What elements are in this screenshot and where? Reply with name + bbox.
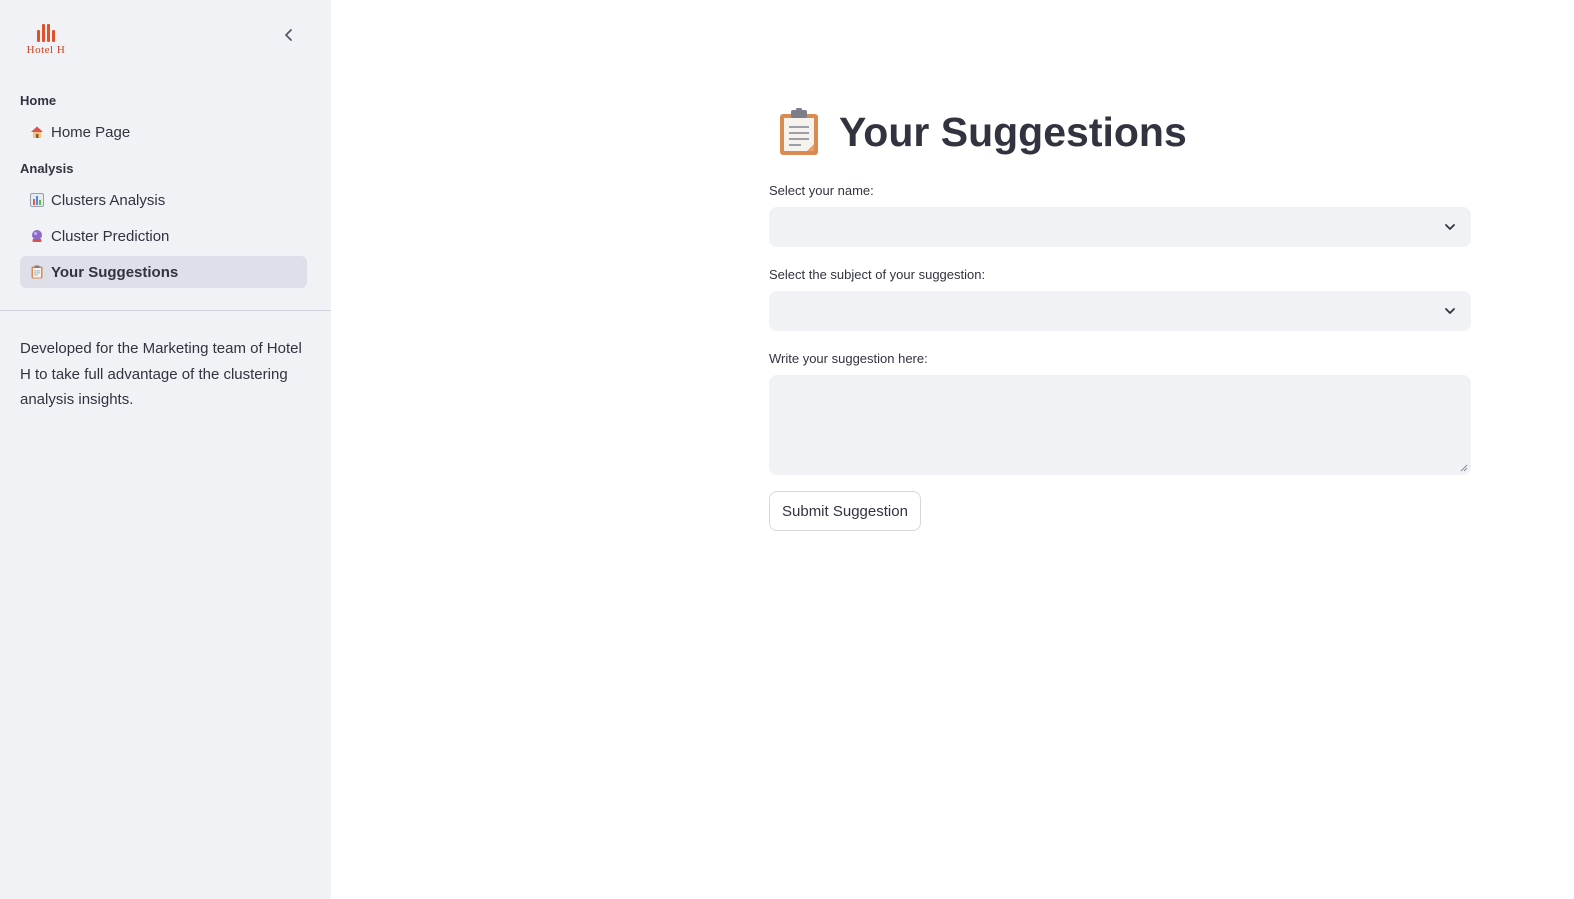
sidebar-description: Developed for the Marketing team of Hote… — [20, 340, 302, 408]
logo-mark-icon — [37, 22, 55, 42]
crystal-ball-icon — [32, 230, 42, 242]
logo-text: Hotel H — [26, 44, 66, 56]
sidebar-nav: Home Home Page Analysis Clusters Analysi… — [20, 90, 307, 288]
sidebar-item-label: Your Suggestions — [51, 263, 179, 281]
sidebar-item-clusters-analysis[interactable]: Clusters Analysis — [20, 184, 307, 216]
chevron-left-icon — [285, 29, 292, 41]
nav-section-analysis: Analysis — [20, 161, 74, 176]
sidebar-item-label: Cluster Prediction — [51, 227, 170, 245]
chevron-down-icon — [1445, 224, 1455, 230]
sidebar-divider — [0, 310, 331, 311]
sidebar-item-cluster-prediction[interactable]: Cluster Prediction — [20, 220, 307, 252]
collapse-sidebar-button[interactable] — [278, 24, 300, 46]
suggestion-textarea-label: Write your suggestion here: — [769, 351, 928, 366]
page-title-text: Your Suggestions — [839, 108, 1187, 155]
sidebar: Hotel H Home Home Page Analysis Clusters… — [0, 0, 331, 899]
bar-chart-icon — [30, 193, 44, 207]
page-title: Your Suggestions — [777, 108, 1187, 156]
suggestion-textarea[interactable] — [769, 375, 1471, 475]
house-icon — [31, 126, 43, 138]
sidebar-item-label: Clusters Analysis — [51, 191, 166, 209]
submit-suggestion-button[interactable]: Submit Suggestion — [769, 491, 921, 531]
resize-handle-icon[interactable] — [1458, 462, 1468, 472]
subject-select-label: Select the subject of your suggestion: — [769, 267, 986, 282]
nav-section-home: Home — [20, 93, 57, 108]
sidebar-item-your-suggestions[interactable]: Your Suggestions — [20, 256, 307, 288]
clipboard-icon — [780, 108, 818, 155]
clipboard-icon — [31, 265, 43, 279]
sidebar-item-label: Home Page — [51, 123, 131, 141]
name-select-label: Select your name: — [769, 183, 874, 198]
subject-select[interactable] — [769, 291, 1471, 331]
sidebar-item-home-page[interactable]: Home Page — [20, 116, 307, 148]
chevron-down-icon — [1445, 308, 1455, 314]
name-select[interactable] — [769, 207, 1471, 247]
hotel-logo[interactable]: Hotel H — [20, 22, 72, 58]
main-content: Your Suggestions Select your name: Selec… — [331, 0, 1574, 899]
